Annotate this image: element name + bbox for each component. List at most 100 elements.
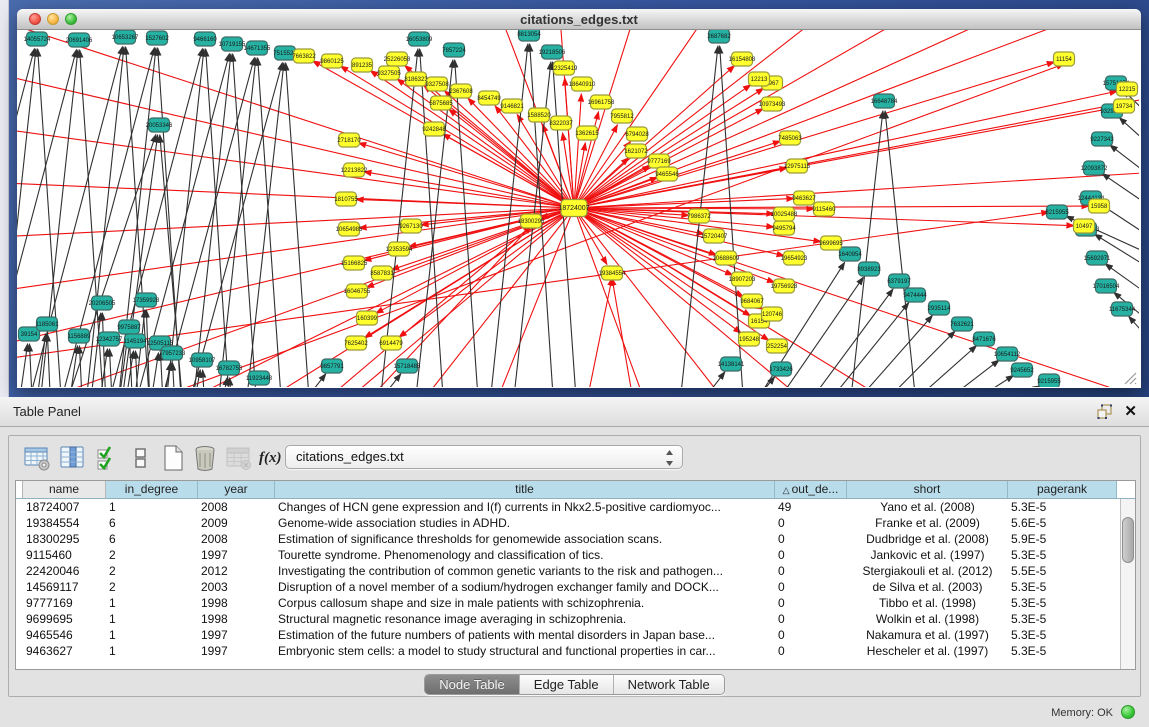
graph-node[interactable]: 2687682 [707,30,731,43]
graph-node[interactable]: 11675344 [1109,302,1136,316]
graph-node[interactable]: 6914479 [379,336,403,350]
graph-node[interactable]: 19384554 [599,266,626,280]
graph-node[interactable]: 10688609 [713,251,740,265]
table-settings-icon[interactable] [23,444,51,472]
graph-node[interactable]: 1621072 [624,144,648,158]
graph-node[interactable]: 9115460 [813,202,837,216]
graph-node[interactable]: 16046755 [344,284,371,298]
stacked-rows-icon[interactable] [127,444,155,472]
graph-node[interactable]: 9777169 [647,154,671,168]
table-row[interactable]: 977716911998Corpus callosum shape and si… [16,595,1135,611]
graph-node[interactable]: 9327508 [425,77,449,91]
graph-node[interactable]: 6794028 [625,127,649,141]
column-header-in_degree[interactable]: in_degree [106,481,198,498]
graph-node[interactable]: 15958 [1089,199,1110,213]
graph-node[interactable]: 1733426 [769,362,793,376]
graph-node[interactable]: 1640954 [838,247,862,261]
graph-node[interactable]: 9215955 [1037,374,1061,387]
graph-node[interactable]: 7632621 [950,317,974,331]
graph-node[interactable]: 9699695 [819,236,843,250]
graph-node[interactable]: 12975115 [784,159,811,173]
graph-node[interactable]: 14055724 [24,32,51,46]
table-row[interactable]: 969969511998Structural magnetic resonanc… [16,611,1135,627]
tab-edge-table[interactable]: Edge Table [520,675,614,694]
graph-node[interactable]: 19756928 [771,279,798,293]
table-row[interactable]: 946362711997Embryonic stem cells: a mode… [16,643,1135,659]
graph-node[interactable]: 15692971 [1084,251,1111,265]
graph-node[interactable]: 9684067 [740,294,764,308]
graph-node[interactable]: 15718485 [394,359,421,373]
graph-node[interactable]: 7663822 [292,49,316,63]
new-document-icon[interactable] [159,444,187,472]
column-header-pagerank[interactable]: pagerank [1008,481,1117,498]
graph-node[interactable]: 10653267 [112,30,139,44]
table-select-dropdown[interactable]: citations_edges.txt [285,445,683,469]
graph-node[interactable]: 14671355 [244,41,271,55]
graph-node[interactable]: 16961758 [588,95,615,109]
graph-node[interactable]: 8813054 [517,30,541,41]
minimize-window-button[interactable] [47,13,59,25]
memory-status-indicator[interactable] [1121,705,1135,719]
float-panel-icon[interactable] [1097,404,1113,420]
graph-node[interactable]: 7857224 [442,43,466,57]
node-attribute-table[interactable]: namein_degreeyeartitle△out_de...shortpag… [15,480,1136,670]
graph-node[interactable]: 18300295 [518,214,545,228]
graph-node[interactable]: 8322037 [549,116,573,130]
graph-node[interactable]: 891235 [352,58,373,72]
row-checks-icon[interactable] [95,444,123,472]
table-row[interactable]: 911546021997Tourette syndrome. Phenomeno… [16,547,1135,563]
graph-node[interactable]: 9245652 [1010,363,1034,377]
graph-node[interactable]: 12215 [1117,82,1138,96]
graph-node[interactable]: 8471676 [972,332,996,346]
hub-node[interactable]: 18724007 [558,200,589,217]
table-row[interactable]: 2242004622012Investigating the contribut… [16,563,1135,579]
tab-network-table[interactable]: Network Table [614,675,724,694]
graph-node[interactable]: 12213822 [341,163,368,177]
graph-node[interactable]: 20691406 [66,33,93,47]
graph-node[interactable]: 1185061 [36,317,60,331]
graph-node[interactable]: 9146821 [500,99,524,113]
graph-node[interactable]: 120746 [762,307,783,321]
table-row[interactable]: 1938455462009Genome-wide association stu… [16,515,1135,531]
graph-node[interactable]: 7986372 [687,209,711,223]
graph-node[interactable]: 8454749 [477,91,501,105]
graph-node[interactable]: 9465546 [655,167,679,181]
column-header-short[interactable]: short [847,481,1008,498]
graph-node[interactable]: 10973493 [759,97,786,111]
graph-node[interactable]: 1588520 [527,108,551,122]
window-resize-grip[interactable] [1121,369,1137,385]
graph-node[interactable]: 1156889 [68,329,92,343]
graph-node[interactable]: 16648784 [871,94,898,108]
delete-icon[interactable] [191,444,219,472]
graph-node[interactable]: 10025488 [771,207,798,221]
graph-node[interactable]: 9474444 [903,288,927,302]
column-select-icon[interactable] [59,444,87,472]
graph-node[interactable]: 9463627 [792,191,816,205]
tab-node-table[interactable]: Node Table [425,675,520,694]
graph-node[interactable]: 14138141 [718,357,745,371]
graph-node[interactable]: 19218506 [539,45,566,59]
graph-node[interactable]: 9227343 [1090,132,1114,146]
graph-node[interactable]: 8938923 [857,262,881,276]
graph-node[interactable]: 15720407 [701,229,728,243]
graph-node[interactable]: 195248 [739,332,760,346]
graph-node[interactable]: 18907203 [729,272,756,286]
graph-node[interactable]: 17016504 [1093,279,1120,293]
graph-node[interactable]: 12093872 [1081,161,1108,175]
zoom-window-button[interactable] [65,13,77,25]
graph-node[interactable]: 12353594 [386,242,413,256]
graph-node[interactable]: 2367608 [449,84,473,98]
graph-node[interactable]: 12213 [749,72,770,86]
graph-node[interactable]: 16053809 [406,32,433,46]
graph-node[interactable]: 20206505 [89,296,116,310]
graph-node[interactable]: 10654112 [994,347,1021,361]
table-row[interactable]: 1830029562008Estimation of significance … [16,531,1135,547]
graph-node[interactable]: 252254 [767,339,788,353]
graph-node[interactable]: 39154 [19,327,40,341]
function-icon[interactable]: f(x) [259,444,287,472]
graph-node[interactable]: 9495794 [772,221,796,235]
column-header-year[interactable]: year [198,481,275,498]
vertical-scrollbar[interactable] [1120,499,1135,670]
column-header-name[interactable]: name [23,481,106,498]
column-header-out_degree[interactable]: △out_de... [775,481,847,498]
